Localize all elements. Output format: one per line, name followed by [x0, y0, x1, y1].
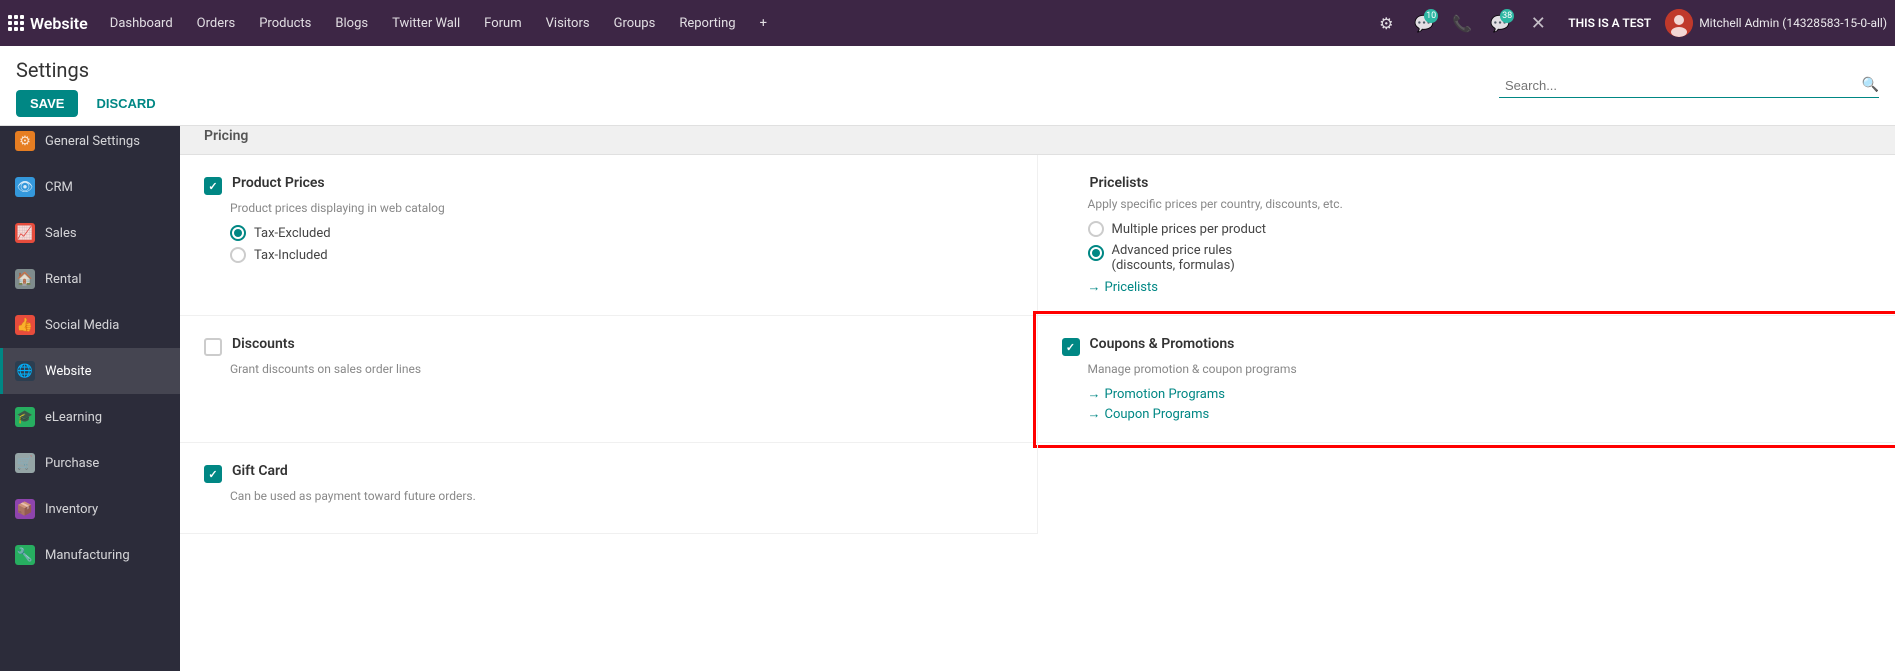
nav-add[interactable]: +: [750, 10, 777, 37]
nav-dashboard[interactable]: Dashboard: [100, 10, 183, 37]
nav-visitors[interactable]: Visitors: [536, 10, 600, 37]
coupons-promotions-header: Coupons & Promotions: [1062, 336, 1872, 356]
manufacturing-icon: 🔧: [15, 545, 35, 565]
app-name: Website: [30, 14, 88, 33]
page-header: Settings SAVE DISCARD 🔍: [0, 46, 1895, 126]
nav-orders[interactable]: Orders: [187, 10, 246, 37]
multiple-prices-radio[interactable]: [1088, 221, 1104, 237]
discard-button[interactable]: DISCARD: [86, 90, 165, 117]
product-prices-cell: Product Prices Product prices displaying…: [180, 155, 1038, 316]
advanced-price-rules-radio[interactable]: [1088, 245, 1104, 261]
tax-excluded-radio[interactable]: [230, 225, 246, 241]
settings-icon-btn[interactable]: ⚙: [1370, 7, 1402, 39]
test-label: THIS IS A TEST: [1560, 16, 1659, 30]
sidebar: ⚙ General Settings 👁 CRM 📈 Sales 🏠 Renta…: [0, 118, 180, 671]
sidebar-item-social-media[interactable]: 👍 Social Media: [0, 302, 180, 348]
promotion-programs-link[interactable]: → Promotion Programs: [1088, 386, 1872, 402]
settings-grid: Product Prices Product prices displaying…: [180, 155, 1895, 534]
nav-icons-group: ⚙ 💬 10 📞 💬 38 ✕ THIS IS A TEST Mitchell …: [1370, 7, 1887, 39]
product-prices-radio-group: Tax-Excluded Tax-Included: [230, 225, 1013, 263]
gift-card-checkbox[interactable]: [204, 465, 222, 483]
user-name: Mitchell Admin (14328583-15-0-all): [1699, 16, 1887, 30]
coupons-promotions-checkbox[interactable]: [1062, 338, 1080, 356]
save-button[interactable]: SAVE: [16, 90, 78, 117]
main-layout: ⚙ General Settings 👁 CRM 📈 Sales 🏠 Renta…: [0, 118, 1895, 671]
sidebar-item-sales[interactable]: 📈 Sales: [0, 210, 180, 256]
pricelists-desc: Apply specific prices per country, disco…: [1088, 197, 1872, 211]
chat-badge: 38: [1500, 9, 1514, 23]
search-icon: 🔍: [1862, 77, 1879, 93]
notifications-badge: 10: [1424, 9, 1438, 23]
tax-excluded-option[interactable]: Tax-Excluded: [230, 225, 1013, 241]
sidebar-item-rental[interactable]: 🏠 Rental: [0, 256, 180, 302]
gift-card-header: Gift Card: [204, 463, 1013, 483]
notifications-icon-btn[interactable]: 💬 10: [1408, 7, 1440, 39]
phone-icon-btn[interactable]: 📞: [1446, 7, 1478, 39]
product-prices-desc: Product prices displaying in web catalog: [230, 201, 1013, 215]
advanced-price-rules-option[interactable]: Advanced price rules (discounts, formula…: [1088, 243, 1872, 273]
nav-reporting[interactable]: Reporting: [669, 10, 745, 37]
nav-blogs[interactable]: Blogs: [325, 10, 378, 37]
sidebar-item-crm[interactable]: 👁 CRM: [0, 164, 180, 210]
nav-twitter-wall[interactable]: Twitter Wall: [382, 10, 470, 37]
general-settings-icon: ⚙: [15, 131, 35, 151]
coupons-promotions-desc: Manage promotion & coupon programs: [1088, 362, 1872, 376]
social-media-icon: 👍: [15, 315, 35, 335]
pricelists-radio-group: Multiple prices per product Advanced pri…: [1088, 221, 1872, 273]
close-icon-btn[interactable]: ✕: [1522, 7, 1554, 39]
website-icon: 🌐: [15, 361, 35, 381]
search-bar: 🔍: [1499, 74, 1879, 98]
purchase-icon: 🛒: [15, 453, 35, 473]
elearning-icon: 🎓: [15, 407, 35, 427]
discounts-checkbox[interactable]: [204, 338, 222, 356]
top-navigation: Website Dashboard Orders Products Blogs …: [0, 0, 1895, 46]
sidebar-item-website[interactable]: 🌐 Website: [0, 348, 180, 394]
discounts-header: Discounts: [204, 336, 1013, 356]
app-logo[interactable]: Website: [8, 14, 88, 33]
product-prices-title: Product Prices: [232, 175, 325, 191]
rental-icon: 🏠: [15, 269, 35, 289]
sidebar-item-elearning[interactable]: 🎓 eLearning: [0, 394, 180, 440]
pricelists-link[interactable]: → Pricelists: [1088, 279, 1872, 295]
pricelists-header: Pricelists: [1062, 175, 1872, 191]
gift-card-title: Gift Card: [232, 463, 288, 479]
search-input[interactable]: [1499, 74, 1862, 97]
coupons-promotions-title: Coupons & Promotions: [1090, 336, 1235, 352]
nav-forum[interactable]: Forum: [474, 10, 531, 37]
nav-groups[interactable]: Groups: [604, 10, 666, 37]
multiple-prices-option[interactable]: Multiple prices per product: [1088, 221, 1872, 237]
user-avatar[interactable]: [1665, 9, 1693, 37]
sidebar-item-inventory[interactable]: 📦 Inventory: [0, 486, 180, 532]
gift-card-desc: Can be used as payment toward future ord…: [230, 489, 1013, 503]
discounts-cell: Discounts Grant discounts on sales order…: [180, 316, 1038, 443]
inventory-icon: 📦: [15, 499, 35, 519]
coupons-promotions-cell: Coupons & Promotions Manage promotion & …: [1038, 316, 1895, 443]
pricelists-title: Pricelists: [1090, 175, 1149, 191]
tax-included-radio[interactable]: [230, 247, 246, 263]
grid-icon: [8, 15, 24, 31]
product-prices-header: Product Prices: [204, 175, 1013, 195]
main-content: Pricing Product Prices Product prices di…: [180, 118, 1895, 671]
pricelists-cell: Pricelists Apply specific prices per cou…: [1038, 155, 1895, 316]
sales-icon: 📈: [15, 223, 35, 243]
crm-icon: 👁: [15, 177, 35, 197]
gift-card-cell: Gift Card Can be used as payment toward …: [180, 443, 1038, 534]
sidebar-item-purchase[interactable]: 🛒 Purchase: [0, 440, 180, 486]
sidebar-item-manufacturing[interactable]: 🔧 Manufacturing: [0, 532, 180, 578]
chat-icon-btn[interactable]: 💬 38: [1484, 7, 1516, 39]
tax-included-option[interactable]: Tax-Included: [230, 247, 1013, 263]
discounts-title: Discounts: [232, 336, 295, 352]
discounts-desc: Grant discounts on sales order lines: [230, 362, 1013, 376]
product-prices-checkbox[interactable]: [204, 177, 222, 195]
coupon-programs-link[interactable]: → Coupon Programs: [1088, 406, 1872, 422]
nav-products[interactable]: Products: [249, 10, 321, 37]
